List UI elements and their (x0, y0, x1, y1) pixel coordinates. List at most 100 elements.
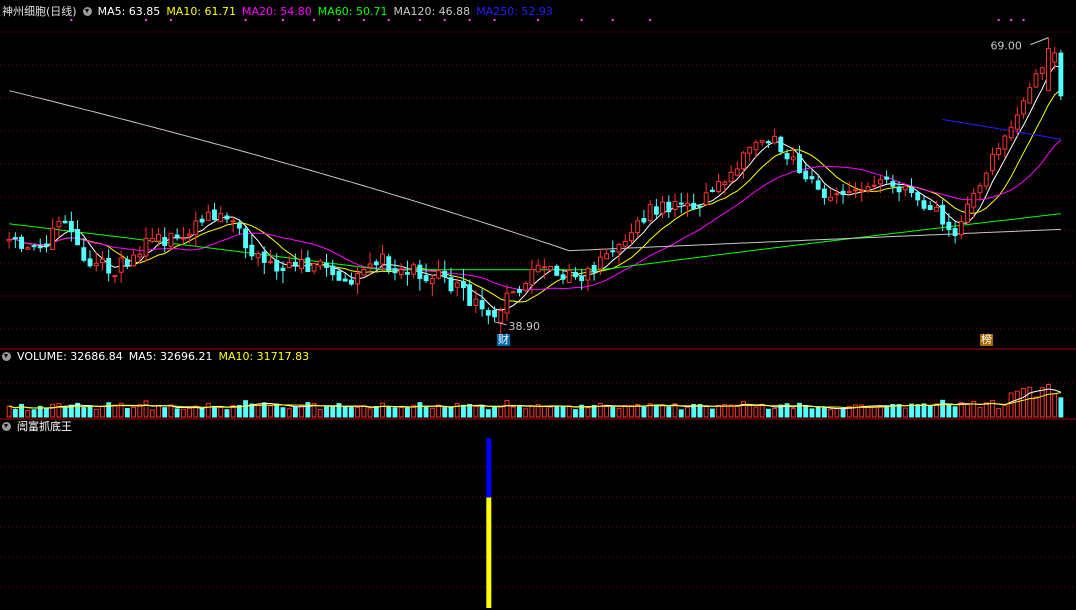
candle-body (249, 244, 255, 257)
ma-legend-item-2: MA20: 54.80 (242, 5, 312, 18)
stock-chart[interactable]: 69.00 38.90 (0, 0, 1076, 610)
ma-settings-icon[interactable] (82, 7, 92, 16)
volume-settings-icon[interactable] (2, 352, 11, 361)
ma-legend: MA5: 63.85 MA10: 61.71 MA20: 54.80 MA60: 50… (98, 5, 559, 18)
candle-body (93, 262, 99, 267)
candle-body (535, 264, 541, 273)
volume-bar (280, 407, 286, 418)
volume-bar (342, 406, 348, 418)
volume-bar (653, 404, 659, 418)
indicator-title[interactable]: 訚富抓底王 (17, 420, 72, 433)
price-pane[interactable] (6, 19, 1064, 334)
volume-bar (790, 407, 796, 418)
volume-bar (884, 405, 890, 418)
volume-bar (610, 406, 616, 418)
candle-body (68, 221, 74, 233)
stock-title[interactable]: 神州细胞(日线) (2, 5, 77, 18)
volume-bar (523, 408, 529, 418)
volume-bar (834, 408, 840, 418)
candle-body (330, 265, 336, 276)
candle-body (386, 256, 392, 272)
candle-body (678, 202, 684, 205)
volume-bar (747, 405, 753, 418)
candle-body (703, 192, 709, 206)
volume-bar (25, 409, 31, 418)
candle-body (996, 147, 1002, 156)
volume-bar (1027, 386, 1033, 418)
candle-body (193, 220, 199, 235)
candle-body (174, 234, 180, 239)
volume-pane[interactable] (6, 383, 1064, 418)
candle-body (429, 278, 435, 285)
candle-body (205, 211, 211, 221)
volume-bar (467, 403, 473, 418)
candle-body (348, 279, 354, 285)
candle-body (6, 239, 12, 242)
signal-dot (649, 19, 652, 21)
candle-body (784, 153, 790, 160)
candle-body (616, 243, 622, 253)
candle-body (765, 141, 771, 144)
event-tag-left[interactable]: 财 (497, 334, 510, 346)
candle-body (373, 261, 379, 266)
signal-dot (997, 19, 1000, 21)
candle-body (865, 186, 871, 191)
candle-body (585, 267, 591, 281)
volume-bar (492, 405, 497, 418)
candle-body (834, 193, 840, 196)
signal-dot (580, 19, 583, 21)
candle-body (124, 259, 130, 266)
candle-body (666, 201, 672, 213)
candle-body (56, 221, 62, 228)
volume-bar (548, 406, 553, 418)
candle-body (292, 261, 298, 266)
candle-body (548, 266, 553, 271)
volume-bar (392, 407, 398, 418)
candle-body (622, 241, 628, 247)
candle-body (417, 264, 423, 279)
signal-dot (1010, 19, 1013, 21)
ma-legend-item-1: MA10: 61.71 (166, 5, 237, 18)
volume-bar (902, 407, 908, 418)
volume-bar (87, 405, 93, 418)
candle-body (859, 190, 865, 193)
candle-body (1033, 73, 1039, 88)
candle-body (896, 186, 902, 193)
volume-bar (156, 405, 161, 418)
volume-bar (143, 400, 149, 418)
volume-bar (666, 406, 672, 418)
volume-bar (1021, 388, 1026, 418)
candle-body (50, 227, 56, 250)
volume-bar (436, 404, 441, 418)
candle-body (1027, 87, 1033, 104)
candle-body (81, 247, 87, 261)
signal-dot (1022, 19, 1025, 21)
volume-bar (205, 402, 211, 418)
volume-bar (965, 403, 970, 418)
event-tag-right[interactable]: 榜 (980, 334, 993, 346)
volume-bar (940, 399, 946, 418)
volume-bar (348, 406, 354, 418)
volume-bar (765, 408, 771, 418)
candle-body (1046, 48, 1051, 92)
volume-bar (865, 405, 871, 418)
volume-bar (44, 408, 49, 418)
candle-body (716, 181, 722, 193)
volume-bar (629, 405, 634, 418)
indicator-settings-icon[interactable] (2, 422, 11, 431)
candle-body (610, 250, 616, 253)
volume-bar (915, 404, 921, 418)
candle-body (691, 202, 697, 210)
volume-bar (442, 407, 448, 418)
volume-bar (174, 408, 180, 418)
volume-bar (622, 405, 628, 418)
candle-body (448, 277, 454, 292)
volume-bar (6, 405, 12, 418)
volume-bar (529, 405, 535, 418)
volume-bar (398, 406, 404, 418)
indicator-pane[interactable] (486, 438, 492, 608)
candle-body (635, 220, 641, 234)
candle-body (529, 268, 535, 286)
volume-bar (772, 407, 778, 418)
volume-bar (1033, 396, 1039, 418)
